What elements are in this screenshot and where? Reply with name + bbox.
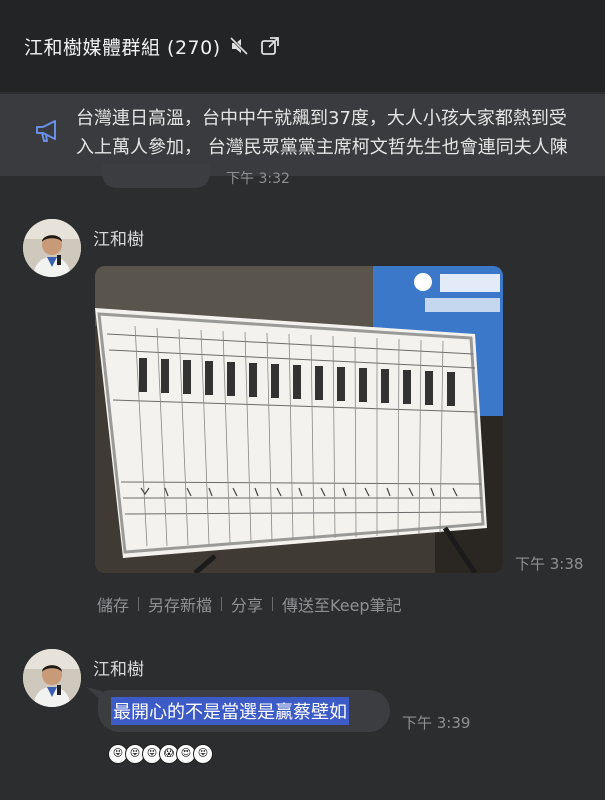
chat-header: 江和樹媒體群組 (270) [0,0,605,92]
announcement-text: 台灣連日高溫，台中中午就飆到37度，大人小孩大家都熱到受 入上萬人參加， 台灣民… [76,104,605,162]
message-time: 下午 3:39 [402,714,471,732]
photo-time: 下午 3:38 [515,555,584,573]
share-action[interactable]: 分享 [231,592,263,616]
message-text[interactable]: 最開心的不是當選是贏蔡壁如 [111,697,349,725]
avatar[interactable] [23,219,81,277]
sender-name[interactable]: 江和樹 [93,655,144,680]
emoji-reactions: 😝 😝 😝 😱 😍 😝 [108,744,213,764]
emoji-icon: 😝 [193,744,213,764]
divider [138,597,140,611]
save-action[interactable]: 儲存 [97,592,129,616]
mute-icon[interactable] [229,36,249,56]
save-as-action[interactable]: 另存新檔 [148,592,212,616]
avatar[interactable] [23,649,81,707]
previous-message-time: 下午 3:32 [226,171,290,187]
message-bubble[interactable]: 最開心的不是當選是贏蔡壁如 [98,690,390,732]
header-icons [229,35,281,57]
announcement-banner[interactable]: 台灣連日高溫，台中中午就飆到37度，大人小孩大家都熱到受 入上萬人參加， 台灣民… [0,94,605,176]
send-to-keep-action[interactable]: 傳送至Keep筆記 [282,592,402,616]
announcement-line-2: 入上萬人參加， 台灣民眾黨黨主席柯文哲先生也會連同夫人陳 [76,137,568,158]
announcement-line-1: 台灣連日高溫，台中中午就飆到37度，大人小孩大家都熱到受 [76,108,567,129]
popout-icon[interactable] [259,35,281,57]
previous-message-bubble[interactable] [102,164,210,188]
photo-actions: 儲存 另存新檔 分享 傳送至Keep筆記 [97,592,402,616]
chat-title[interactable]: 江和樹媒體群組 (270) [24,33,221,60]
megaphone-icon [34,118,62,148]
shared-photo[interactable] [95,266,503,573]
sender-name[interactable]: 江和樹 [93,225,144,250]
divider [272,597,274,611]
divider [221,597,223,611]
